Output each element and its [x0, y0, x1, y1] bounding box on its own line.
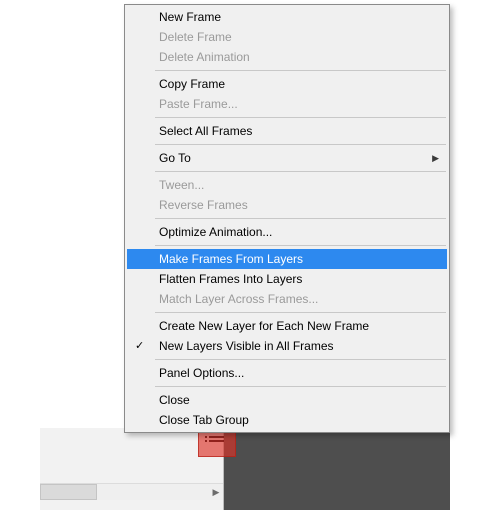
menu-item-new-layers-visible-in-all-frames[interactable]: New Layers Visible in All Frames ✓ [127, 336, 447, 356]
menu-item-panel-options[interactable]: Panel Options... [127, 363, 447, 383]
menu-item-label: Panel Options... [159, 366, 244, 380]
menu-item-label: New Frame [159, 10, 221, 24]
menu-separator [155, 386, 446, 387]
menu-separator [155, 312, 446, 313]
menu-item-make-frames-from-layers[interactable]: Make Frames From Layers [127, 249, 447, 269]
menu-item-new-frame[interactable]: New Frame [127, 7, 447, 27]
menu-separator [155, 144, 446, 145]
menu-item-match-layer-across-frames: Match Layer Across Frames... [127, 289, 447, 309]
menu-item-flatten-frames-into-layers[interactable]: Flatten Frames Into Layers [127, 269, 447, 289]
submenu-arrow-icon: ▶ [432, 148, 439, 168]
canvas-background [224, 428, 450, 510]
menu-item-paste-frame: Paste Frame... [127, 94, 447, 114]
menu-item-tween: Tween... [127, 175, 447, 195]
menu-item-label: Close Tab Group [159, 413, 249, 427]
menu-item-label: Copy Frame [159, 77, 225, 91]
menu-item-label: Make Frames From Layers [159, 252, 303, 266]
scrollbar-right-arrow[interactable]: ▶ [211, 487, 221, 497]
menu-item-label: Reverse Frames [159, 198, 248, 212]
menu-item-label: Select All Frames [159, 124, 252, 138]
menu-item-label: Delete Animation [159, 50, 250, 64]
menu-item-delete-animation: Delete Animation [127, 47, 447, 67]
menu-item-label: Close [159, 393, 190, 407]
menu-separator [155, 117, 446, 118]
menu-item-label: New Layers Visible in All Frames [159, 339, 334, 353]
menu-item-label: Flatten Frames Into Layers [159, 272, 302, 286]
menu-item-close-tab-group[interactable]: Close Tab Group [127, 410, 447, 430]
checkmark-icon: ✓ [135, 336, 144, 356]
menu-item-optimize-animation[interactable]: Optimize Animation... [127, 222, 447, 242]
menu-separator [155, 70, 446, 71]
menu-item-label: Delete Frame [159, 30, 232, 44]
menu-item-label: Tween... [159, 178, 204, 192]
menu-item-label: Optimize Animation... [159, 225, 272, 239]
menu-item-label: Create New Layer for Each New Frame [159, 319, 369, 333]
scrollbar-thumb[interactable] [40, 484, 97, 500]
menu-item-select-all-frames[interactable]: Select All Frames [127, 121, 447, 141]
menu-item-copy-frame[interactable]: Copy Frame [127, 74, 447, 94]
menu-item-go-to[interactable]: Go To ▶ [127, 148, 447, 168]
menu-item-label: Match Layer Across Frames... [159, 292, 318, 306]
menu-item-close[interactable]: Close [127, 390, 447, 410]
panel-background: ▶ [40, 428, 224, 510]
panel-context-menu: New Frame Delete Frame Delete Animation Cop… [124, 4, 450, 433]
menu-separator [155, 359, 446, 360]
menu-separator [155, 218, 446, 219]
menu-item-create-new-layer-for-each-new-frame[interactable]: Create New Layer for Each New Frame [127, 316, 447, 336]
menu-separator [155, 245, 446, 246]
menu-item-delete-frame: Delete Frame [127, 27, 447, 47]
menu-item-label: Paste Frame... [159, 97, 238, 111]
menu-item-label: Go To [159, 151, 191, 165]
menu-separator [155, 171, 446, 172]
horizontal-scrollbar[interactable]: ▶ [40, 483, 223, 500]
menu-item-reverse-frames: Reverse Frames [127, 195, 447, 215]
